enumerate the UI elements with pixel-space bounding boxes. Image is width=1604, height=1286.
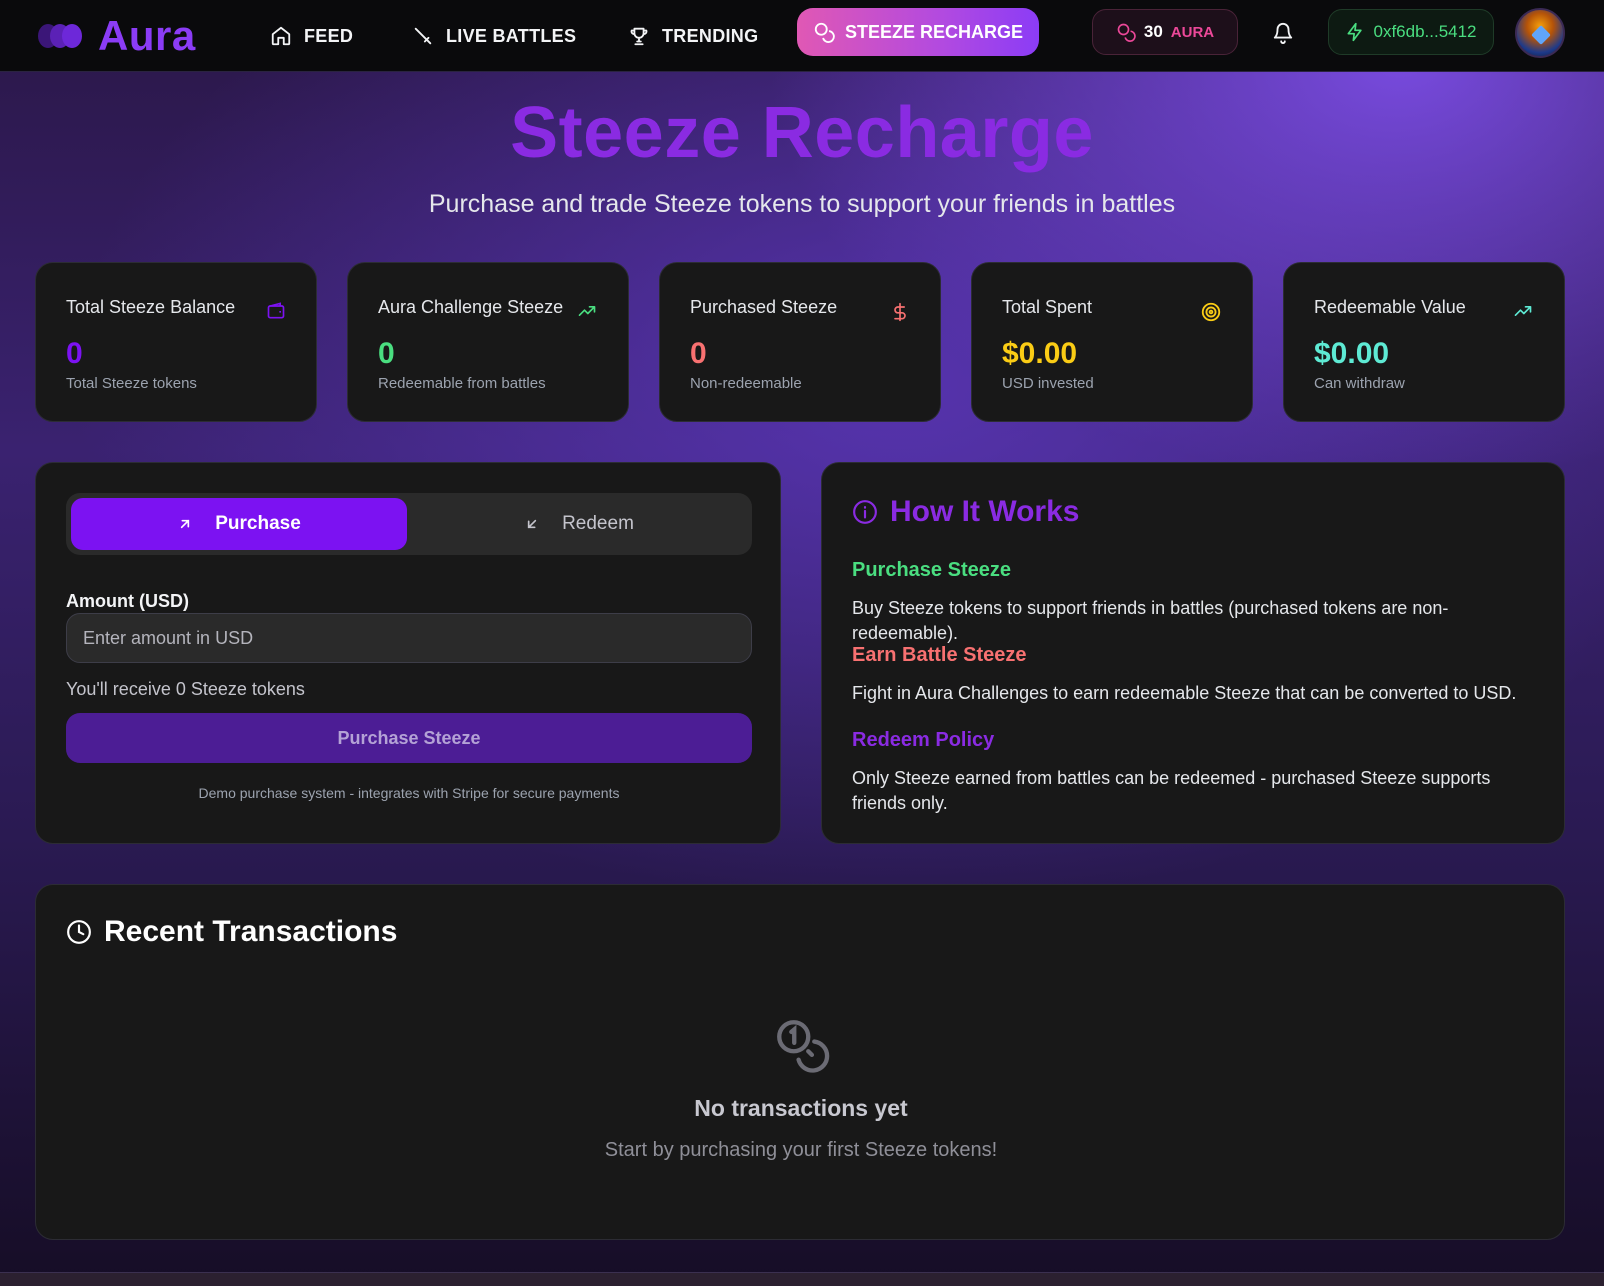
stat-sub: Non-redeemable <box>690 375 802 392</box>
purchase-steeze-button[interactable]: Purchase Steeze <box>66 713 752 763</box>
app-name: Aura <box>98 12 196 59</box>
stat-card-total-spent: Total Spent $0.00 USD invested <box>971 262 1253 422</box>
empty-state-title: No transactions yet <box>694 1095 908 1121</box>
logo-icon <box>36 16 84 56</box>
receive-estimate: You'll receive 0 Steeze tokens <box>66 679 305 699</box>
aura-count: 30 <box>1143 22 1163 41</box>
user-avatar[interactable] <box>1515 8 1565 58</box>
hiw-text-redeem: Only Steeze earned from battles can be r… <box>852 768 1491 813</box>
stat-value: $0.00 <box>1314 337 1390 370</box>
transactions-title: Recent Transactions <box>66 915 397 949</box>
notifications-button[interactable] <box>1272 22 1294 49</box>
amount-input[interactable] <box>66 613 752 663</box>
nav-live-battles-label: LIVE BATTLES <box>446 25 577 46</box>
stat-label: Purchased Steeze <box>690 297 838 317</box>
tab-purchase-label: Purchase <box>215 513 301 534</box>
tab-purchase[interactable]: Purchase <box>71 498 407 550</box>
how-it-works-title: How It Works <box>852 495 1079 529</box>
trending-up-icon <box>578 306 596 316</box>
trophy-icon <box>630 27 648 46</box>
stat-value: 0 <box>378 337 395 370</box>
lightning-icon <box>1347 22 1363 42</box>
trending-up-icon <box>1514 306 1532 316</box>
stat-label: Redeemable Value <box>1314 297 1466 317</box>
stat-card-aura-challenge: Aura Challenge Steeze 0 Redeemable from … <box>347 262 629 422</box>
home-icon <box>271 26 291 46</box>
stat-label: Total Steeze Balance <box>66 297 236 317</box>
coins-icon <box>777 1020 830 1073</box>
clock-icon <box>67 920 91 944</box>
how-it-works-title-text: How It Works <box>890 495 1080 528</box>
how-it-works-panel: How It Works Purchase Steeze Buy Steeze … <box>821 462 1565 844</box>
bell-icon <box>1273 23 1293 44</box>
coins-icon <box>814 22 835 43</box>
stat-card-redeemable-value: Redeemable Value $0.00 Can withdraw <box>1283 262 1565 422</box>
stat-value: $0.00 <box>1002 337 1078 370</box>
info-icon <box>853 500 877 524</box>
page-subtitle: Purchase and trade Steeze tokens to supp… <box>428 190 1176 218</box>
stat-value: 0 <box>690 337 707 370</box>
app-logo[interactable]: Aura <box>36 8 196 64</box>
trade-tabs: Purchase Redeem <box>66 493 752 555</box>
top-navbar: Aura FEED LIVE BATTLES TRENDING STEEZE R… <box>0 0 1604 72</box>
nav-steeze-recharge-label: STEEZE RECHARGE <box>844 21 1024 42</box>
stat-sub: Total Steeze tokens <box>66 375 197 392</box>
page-title: Steeze Recharge <box>510 93 1094 173</box>
target-icon <box>1201 302 1221 322</box>
stat-value: 0 <box>66 337 83 370</box>
stat-sub: Can withdraw <box>1314 375 1405 392</box>
arrow-up-right-icon <box>181 519 190 529</box>
hiw-heading-redeem: Redeem Policy <box>852 729 995 751</box>
stat-card-purchased: Purchased Steeze 0 Non-redeemable <box>659 262 941 422</box>
stat-sub: USD invested <box>1002 375 1094 392</box>
stat-sub: Redeemable from battles <box>378 375 546 392</box>
stat-label: Total Spent <box>1002 297 1093 317</box>
tab-redeem-label: Redeem <box>562 513 634 534</box>
hiw-heading-purchase: Purchase Steeze <box>852 559 1011 581</box>
dollar-icon <box>894 302 906 322</box>
stat-card-total-balance: Total Steeze Balance 0 Total Steeze toke… <box>35 262 317 422</box>
trade-panel: Purchase Redeem Amount (USD) You'll rece… <box>35 462 781 844</box>
demo-note: Demo purchase system - integrates with S… <box>198 785 620 801</box>
transactions-title-text: Recent Transactions <box>104 915 398 948</box>
aura-balance-pill[interactable]: 30 AURA <box>1092 9 1238 55</box>
wallet-address: 0xf6db...5412 <box>1373 22 1477 41</box>
nav-feed[interactable]: FEED <box>270 16 353 56</box>
nav-trending[interactable]: TRENDING <box>628 16 758 56</box>
coins-icon <box>1117 23 1136 42</box>
hiw-text-purchase: Buy Steeze tokens to support friends in … <box>852 598 1449 643</box>
aura-label: AURA <box>1170 23 1215 41</box>
transactions-panel: Recent Transactions No transactions yet … <box>35 884 1565 1240</box>
nav-live-battles[interactable]: LIVE BATTLES <box>412 16 576 56</box>
sword-icon <box>414 27 432 45</box>
nav-feed-label: FEED <box>304 25 354 46</box>
arrow-down-left-icon <box>527 519 537 529</box>
hiw-text-earn: Fight in Aura Challenges to earn redeema… <box>852 683 1517 703</box>
wallet-icon <box>267 302 285 319</box>
tab-redeem[interactable]: Redeem <box>411 498 747 550</box>
hiw-heading-earn: Earn Battle Steeze <box>852 644 1027 666</box>
nav-steeze-recharge[interactable]: STEEZE RECHARGE <box>797 8 1039 56</box>
stat-label: Aura Challenge Steeze <box>378 297 564 317</box>
amount-label: Amount (USD) <box>66 591 189 611</box>
empty-state-subtitle: Start by purchasing your first Steeze to… <box>604 1139 998 1161</box>
nav-trending-label: TRENDING <box>662 25 759 46</box>
bottom-strip <box>0 1272 1604 1286</box>
wallet-button[interactable]: 0xf6db...5412 <box>1328 9 1494 55</box>
